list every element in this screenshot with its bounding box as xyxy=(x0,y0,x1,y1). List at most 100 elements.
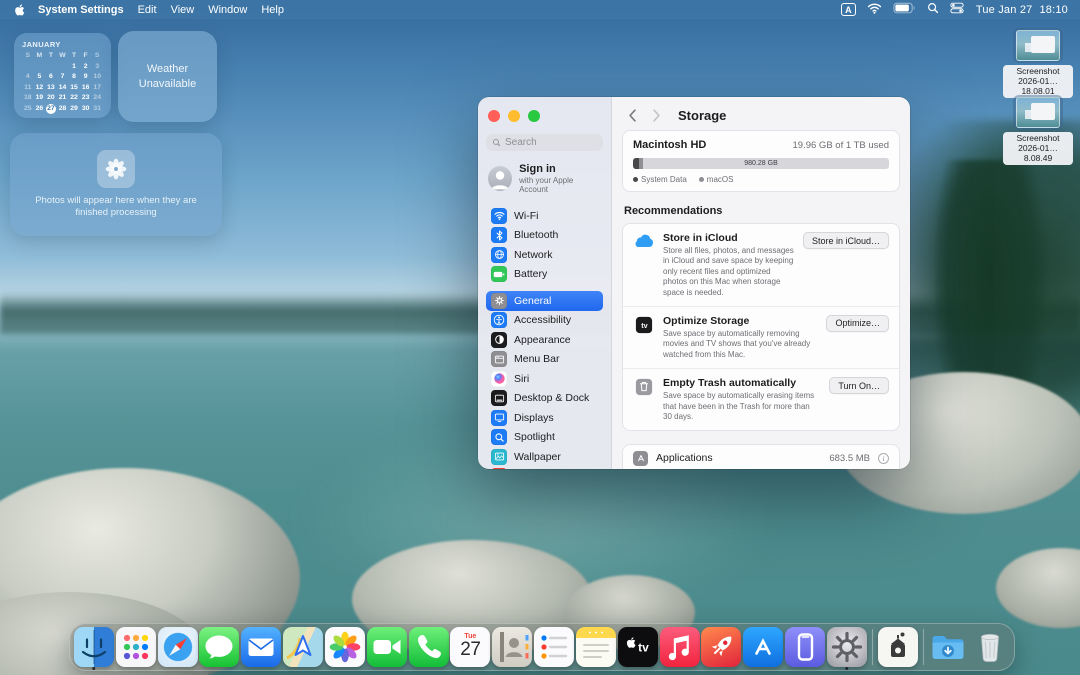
recommendation-button-optimize[interactable]: Optimize… xyxy=(826,315,889,332)
menu-item-help[interactable]: Help xyxy=(261,4,284,16)
dock-notes-icon[interactable] xyxy=(575,625,617,669)
sidebar-item-appearance[interactable]: Appearance xyxy=(486,330,603,350)
search-input[interactable] xyxy=(505,137,595,148)
dock-mail-icon[interactable] xyxy=(240,625,282,669)
dock-games-icon[interactable] xyxy=(700,625,742,669)
calendar-day-2: 2 xyxy=(80,62,92,72)
category-size: 683.5 MB xyxy=(829,453,870,464)
sidebar-item-bluetooth[interactable]: Bluetooth xyxy=(486,226,603,246)
sidebar-item-general[interactable]: General xyxy=(486,291,603,311)
recommendation-body: Optimize StorageSave space by automatica… xyxy=(663,315,818,360)
sidebar-item-wallpaper[interactable]: Wallpaper xyxy=(486,447,603,467)
dock-maps-icon[interactable] xyxy=(282,625,324,669)
dock-trash-icon[interactable] xyxy=(969,625,1011,669)
dock-appstore-icon[interactable] xyxy=(742,625,784,669)
dock-reminders-icon[interactable] xyxy=(533,625,575,669)
desktop-file[interactable]: Screenshot2026-01…18.08.01 xyxy=(1003,28,1073,98)
dock-phone-icon[interactable] xyxy=(408,625,450,669)
menu-item-view[interactable]: View xyxy=(171,4,195,16)
dock-downloads-icon[interactable] xyxy=(928,625,970,669)
dock-maps-tile xyxy=(283,627,323,667)
sidebar-item-menu-bar[interactable]: Menu Bar xyxy=(486,350,603,370)
recommendation-empty-trash-automatically: Empty Trash automaticallySave space by a… xyxy=(623,368,899,430)
sidebar-item-battery[interactable]: Battery xyxy=(486,265,603,285)
calendar-widget-month: JANUARY xyxy=(22,40,103,49)
battery-icon[interactable] xyxy=(893,2,916,17)
wallpaper-icon xyxy=(491,449,507,465)
sidebar-item-notifications[interactable]: Notifications xyxy=(486,467,603,470)
dock-safari-tile xyxy=(158,627,198,667)
dock-utility-icon[interactable] xyxy=(877,625,919,669)
zoom-button[interactable] xyxy=(528,110,540,122)
calendar-day-20: 20 xyxy=(45,93,57,103)
sidebar-item-label: Menu Bar xyxy=(514,353,560,365)
recommendations-card: Store in iCloudStore all files, photos, … xyxy=(622,223,900,431)
dock-facetime-icon[interactable] xyxy=(366,625,408,669)
sidebar-item-accessibility[interactable]: Accessibility xyxy=(486,311,603,331)
recommendation-store-in-icloud: Store in iCloudStore all files, photos, … xyxy=(623,224,899,306)
sign-in-row[interactable]: Sign in with your Apple Account xyxy=(486,161,603,206)
menu-clock[interactable]: Tue Jan 2718:10 xyxy=(976,4,1068,16)
minimize-button[interactable] xyxy=(508,110,520,122)
sidebar-item-wi-fi[interactable]: Wi-Fi xyxy=(486,206,603,226)
calendar-day-23: 23 xyxy=(80,93,92,103)
dock-reminders-tile xyxy=(534,627,574,667)
menu-app-name[interactable]: System Settings xyxy=(38,4,124,16)
info-icon[interactable]: i xyxy=(878,453,889,464)
dock-music-icon[interactable] xyxy=(659,625,701,669)
dock-iphone-mirroring-icon[interactable] xyxy=(784,625,826,669)
file-thumbnail-selection xyxy=(1013,95,1063,130)
recommendation-button-store-in-icloud[interactable]: Store in iCloud… xyxy=(803,232,889,249)
menu-item-edit[interactable]: Edit xyxy=(138,4,157,16)
settings-search-field[interactable] xyxy=(486,134,603,151)
dock-launchpad-tile xyxy=(116,627,156,667)
dock-settings-icon[interactable] xyxy=(826,625,868,669)
legend-macos: macOS xyxy=(699,175,734,184)
dock-contacts-icon[interactable] xyxy=(491,625,533,669)
dock-safari-icon[interactable] xyxy=(157,625,199,669)
control-center-icon[interactable] xyxy=(950,2,964,17)
sidebar-item-label: Network xyxy=(514,249,553,261)
dock-finder-icon[interactable] xyxy=(73,625,115,669)
wifi-icon[interactable] xyxy=(867,2,882,17)
dock-contacts-tile xyxy=(492,627,532,667)
dock-messages-icon[interactable] xyxy=(198,625,240,669)
sidebar-item-spotlight[interactable]: Spotlight xyxy=(486,428,603,448)
desktop-file[interactable]: Screenshot2026-01…8.08.49 xyxy=(1003,95,1073,165)
sidebar-item-label: General xyxy=(514,295,551,307)
sign-in-title: Sign in xyxy=(519,163,601,175)
file-label: Screenshot2026-01…8.08.49 xyxy=(1003,132,1073,165)
dock-downloads-tile xyxy=(928,627,968,667)
dock-calendar-icon[interactable]: Tue27 xyxy=(449,625,491,669)
sidebar-item-desktop-dock[interactable]: Desktop & Dock xyxy=(486,389,603,409)
sidebar-item-displays[interactable]: Displays xyxy=(486,408,603,428)
category-row-applications[interactable]: Applications683.5 MBi xyxy=(623,445,899,469)
calendar-weekday: T xyxy=(68,51,80,61)
sidebar-item-network[interactable]: Network xyxy=(486,245,603,265)
photos-flower-icon xyxy=(97,150,135,188)
forward-button[interactable] xyxy=(646,106,666,124)
dock-photos-icon[interactable] xyxy=(324,625,366,669)
spotlight-icon xyxy=(491,429,507,445)
dock-tv-icon[interactable]: tv xyxy=(617,625,659,669)
recommendation-button-turn-on[interactable]: Turn On… xyxy=(829,377,889,394)
input-source-icon[interactable]: A xyxy=(841,3,856,16)
recommendation-title: Store in iCloud xyxy=(663,232,795,244)
dock-launchpad-icon[interactable] xyxy=(115,625,157,669)
close-button[interactable] xyxy=(488,110,500,122)
calendar-weekday: M xyxy=(34,51,46,61)
weather-widget[interactable]: Weather Unavailable xyxy=(118,31,217,122)
calendar-day-22: 22 xyxy=(68,93,80,103)
menu-clock-time: 18:10 xyxy=(1039,4,1068,16)
spotlight-icon[interactable] xyxy=(927,2,939,17)
apple-menu-icon[interactable] xyxy=(12,3,28,17)
photos-widget[interactable]: Photos will appear here when they are fi… xyxy=(10,133,222,236)
calendar-widget[interactable]: JANUARY SMTWTFS1234567891011121314151617… xyxy=(14,33,111,118)
menu-item-window[interactable]: Window xyxy=(208,4,247,16)
back-button[interactable] xyxy=(622,106,642,124)
legend-dot xyxy=(699,177,704,182)
calendar-day-27: 27 xyxy=(46,104,57,115)
sidebar-item-siri[interactable]: Siri xyxy=(486,369,603,389)
dock: Tue27 tv xyxy=(69,623,1015,671)
settings-content-pane: Storage Macintosh HD 19.96 GB of 1 TB us… xyxy=(612,97,910,469)
